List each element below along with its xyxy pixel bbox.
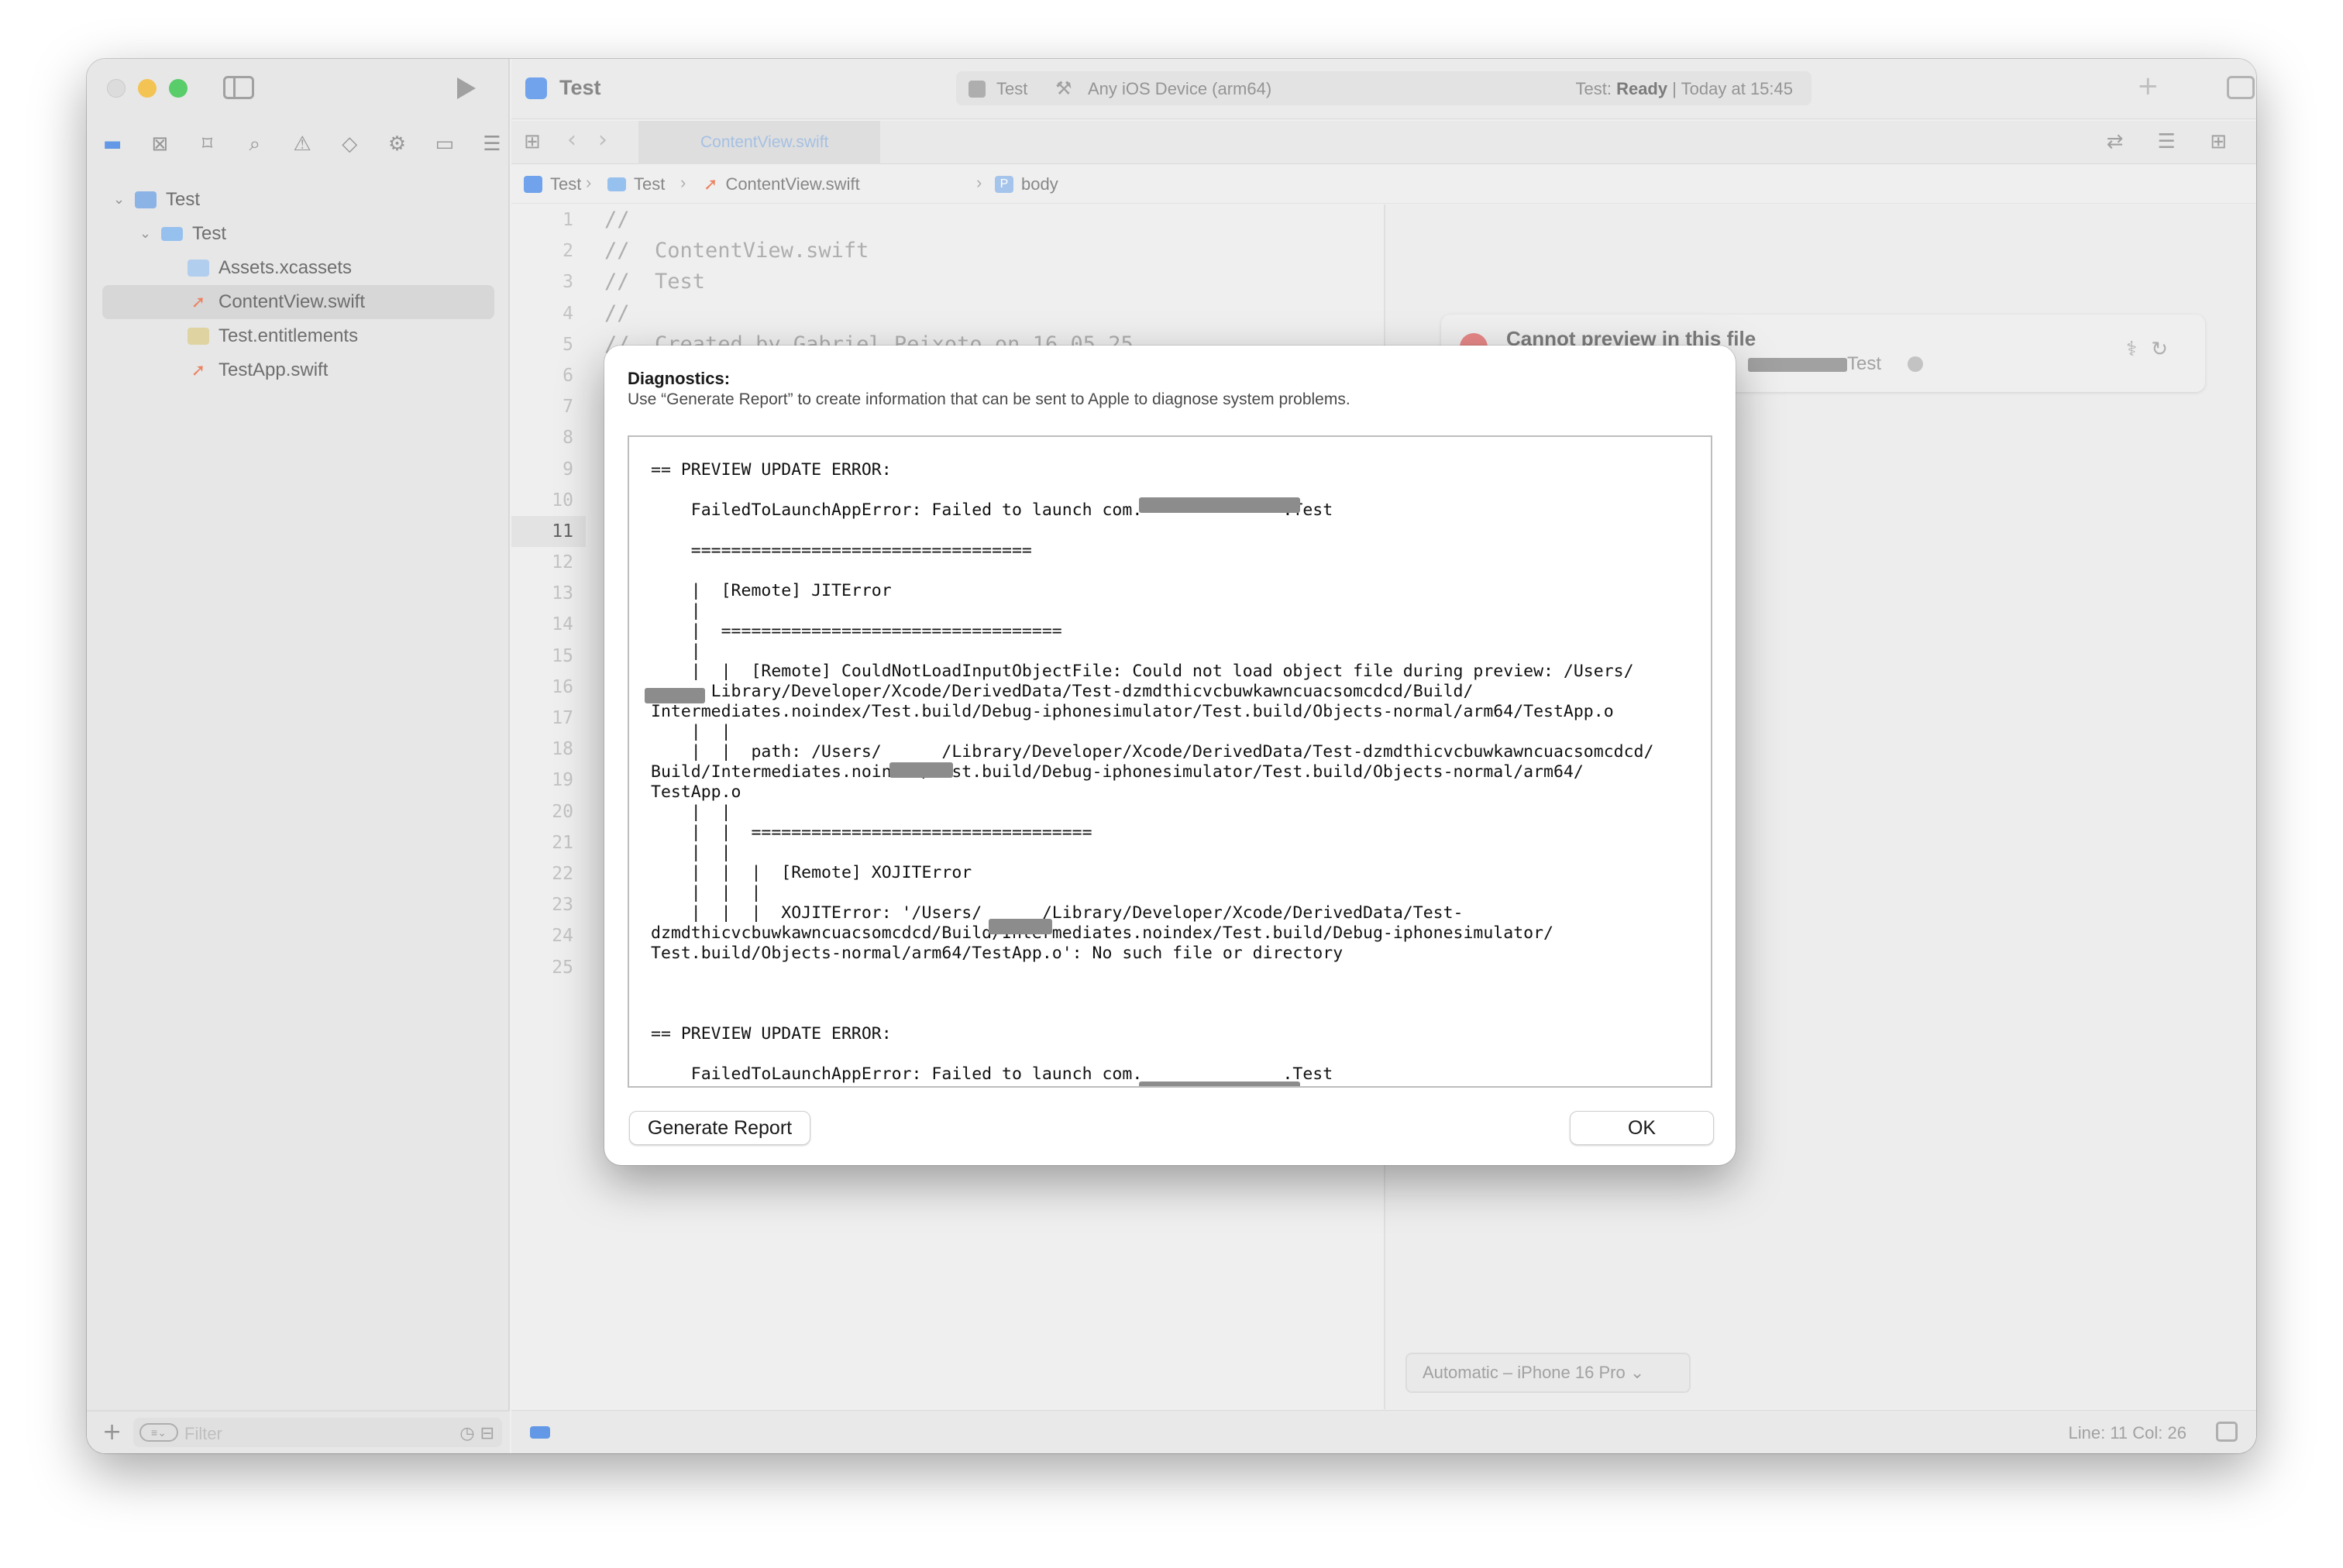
redacted-bundle-id: [1139, 497, 1300, 513]
redacted-username: [989, 919, 1052, 934]
dialog-title: Diagnostics:: [628, 369, 731, 388]
diagnostics-dialog: Diagnostics: Use “Generate Report” to cr…: [604, 346, 1736, 1165]
redacted-username: [645, 688, 705, 703]
diagnostics-log-text[interactable]: == PREVIEW UPDATE ERROR: FailedToLaunchA…: [651, 460, 1705, 1085]
diagnostics-log[interactable]: == PREVIEW UPDATE ERROR: FailedToLaunchA…: [628, 435, 1712, 1088]
redacted-username: [889, 762, 953, 778]
generate-report-button[interactable]: Generate Report: [629, 1111, 810, 1145]
xcode-window: ▬ ⊠ ⌑ ⌕ ⚠ ◇ ⚙ ▭ ☰ ⌄ Test ⌄ Test Assets.xcass…: [87, 59, 2256, 1453]
dialog-description: Use “Generate Report” to create informat…: [628, 390, 1350, 408]
ok-button[interactable]: OK: [1570, 1111, 1714, 1145]
redacted-bundle-id: [1139, 1081, 1300, 1086]
